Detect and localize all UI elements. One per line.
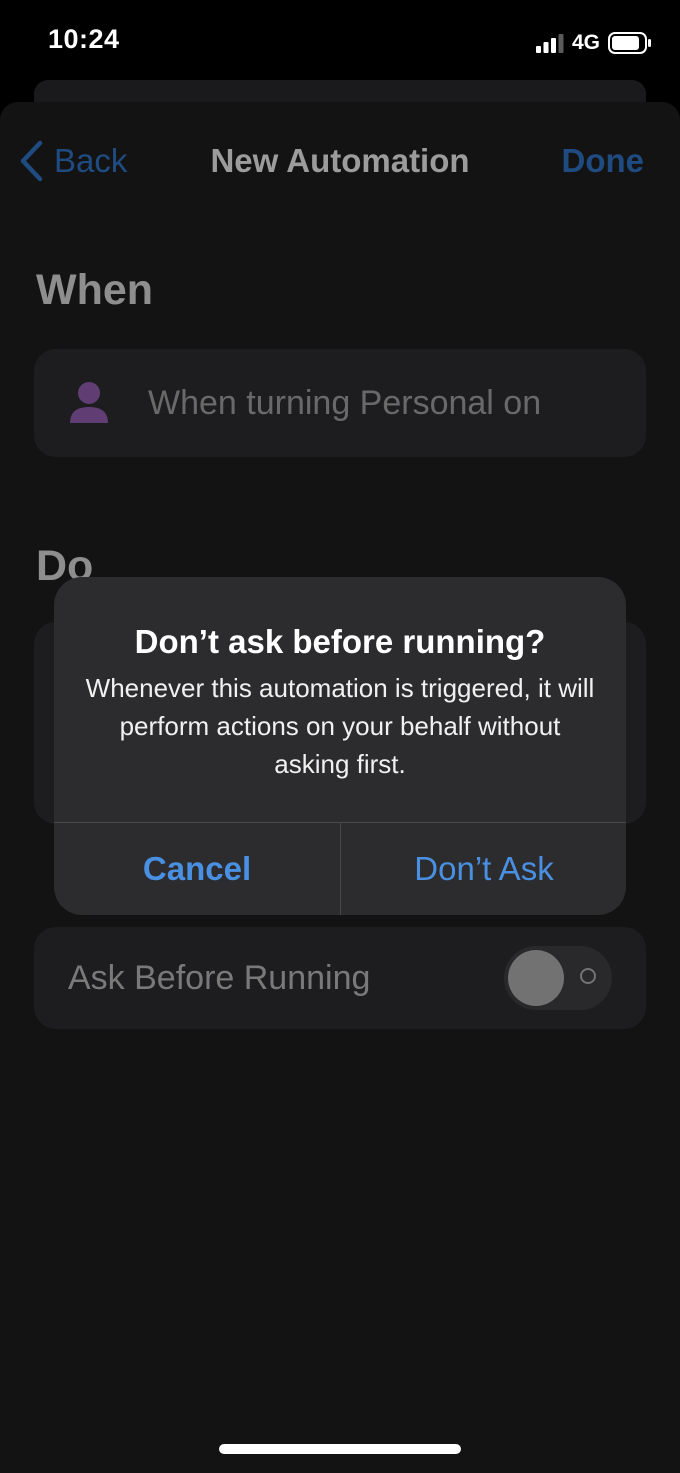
- confirm-alert: Don’t ask before running? Whenever this …: [54, 577, 626, 915]
- status-indicators: 4G: [535, 28, 652, 58]
- cellular-signal-icon: [535, 34, 564, 53]
- cancel-button[interactable]: Cancel: [54, 823, 340, 915]
- status-time: 10:24: [48, 24, 120, 54]
- alert-message: Whenever this automation is triggered, i…: [85, 673, 595, 779]
- status-bar: 10:24 4G: [0, 0, 680, 84]
- network-type: 4G: [571, 31, 600, 54]
- home-indicator[interactable]: [219, 1444, 461, 1454]
- alert-title: Don’t ask before running?: [134, 623, 546, 660]
- dont-ask-button[interactable]: Don’t Ask: [341, 823, 626, 915]
- battery-icon: [608, 32, 651, 54]
